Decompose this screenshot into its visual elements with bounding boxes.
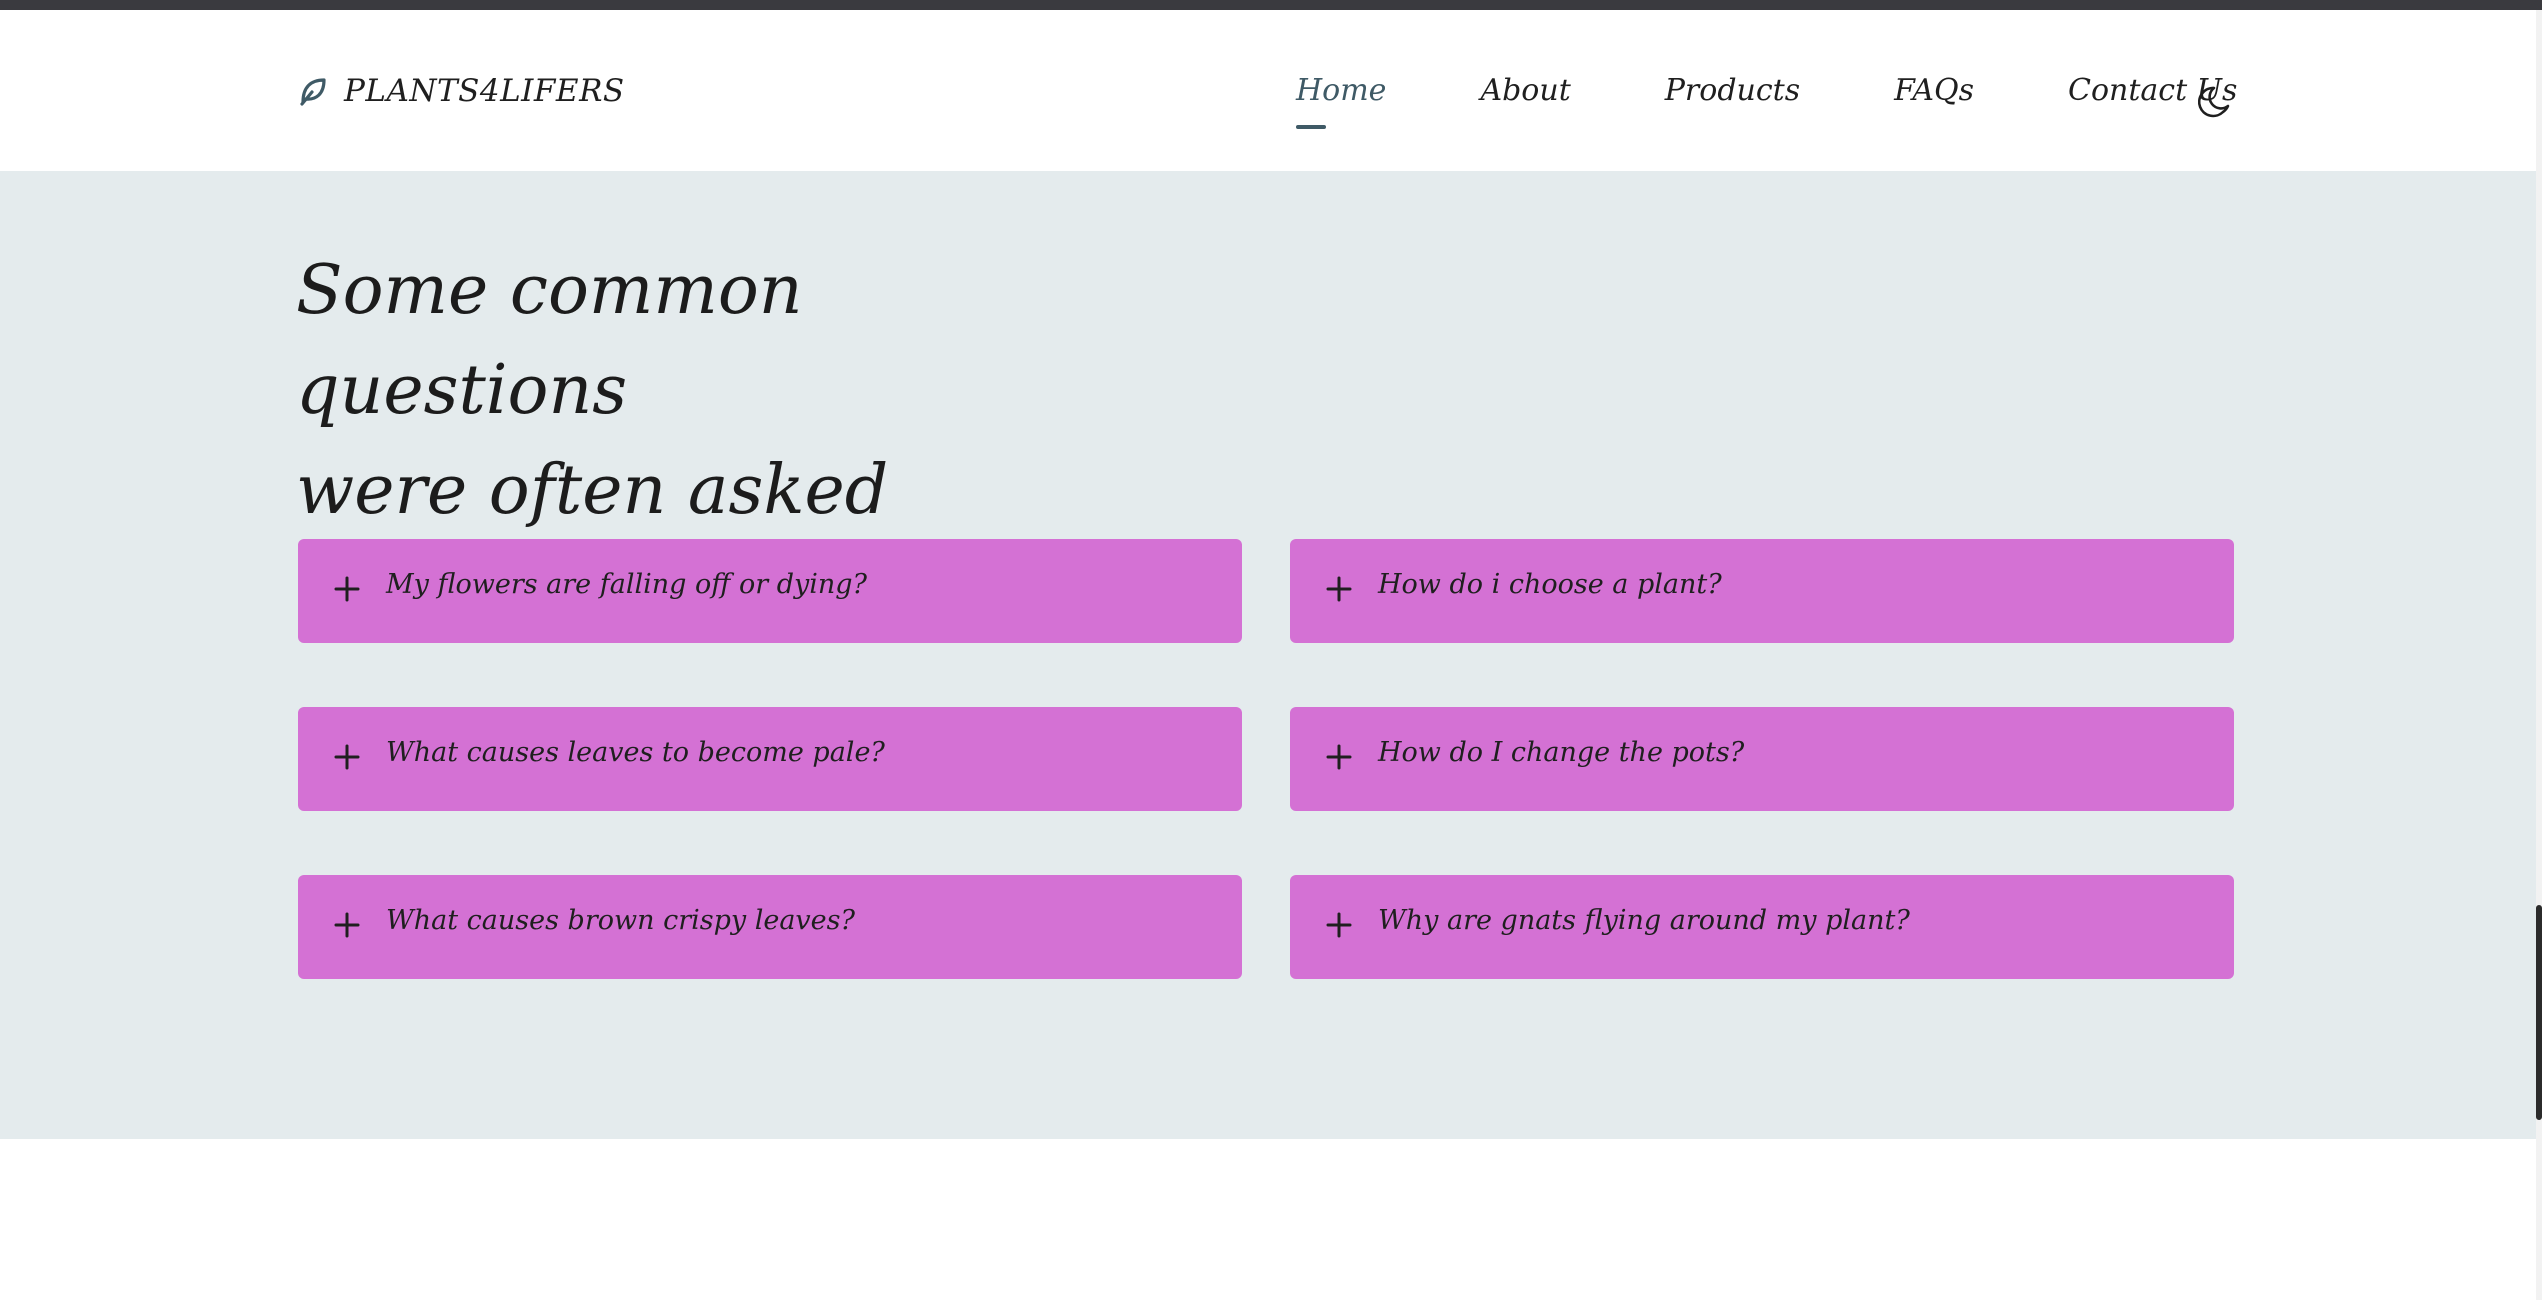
plus-icon (334, 576, 360, 602)
faq-question: Why are gnats flying around my plant? (1378, 905, 1910, 936)
faq-title: Some common questions were often asked (296, 241, 1096, 541)
faq-question: How do i choose a plant? (1378, 569, 1722, 600)
nav-item-about[interactable]: About (1480, 73, 1570, 108)
faq-title-line-1: Some common questions (296, 251, 803, 430)
faq-item-pale-leaves[interactable]: What causes leaves to become pale? (298, 707, 1242, 811)
moon-icon (2197, 86, 2230, 118)
plus-icon (1326, 744, 1352, 770)
faq-item-change-pots[interactable]: How do I change the pots? (1290, 707, 2234, 811)
faq-question: How do I change the pots? (1378, 737, 1745, 768)
faq-question: What causes brown crispy leaves? (386, 905, 855, 936)
nav-item-products[interactable]: Products (1665, 73, 1800, 108)
nav-item-home[interactable]: Home (1296, 73, 1386, 129)
site-header: PLANTS4LIFERS Home About Products FAQs C… (0, 10, 2536, 171)
theme-toggle-button[interactable] (2196, 82, 2236, 122)
faq-item-brown-crispy-leaves[interactable]: What causes brown crispy leaves? (298, 875, 1242, 979)
faq-item-choose-plant[interactable]: How do i choose a plant? (1290, 539, 2234, 643)
plus-icon (334, 912, 360, 938)
brand-logo[interactable]: PLANTS4LIFERS (298, 73, 625, 109)
faq-section: Some common questions were often asked M… (0, 171, 2536, 1139)
browser-top-bar (0, 0, 2542, 10)
faq-question: My flowers are falling off or dying? (386, 569, 868, 600)
faq-item-flowers-dying[interactable]: My flowers are falling off or dying? (298, 539, 1242, 643)
plus-icon (334, 744, 360, 770)
plus-icon (1326, 912, 1352, 938)
nav-item-faqs[interactable]: FAQs (1894, 73, 1974, 108)
faq-question: What causes leaves to become pale? (386, 737, 885, 768)
plus-icon (1326, 576, 1352, 602)
scrollbar-thumb[interactable] (2536, 905, 2542, 1120)
leaf-icon (300, 78, 326, 106)
main-nav: Home About Products FAQs Contact Us (1296, 73, 2331, 129)
faq-title-line-2: were often asked (296, 451, 889, 530)
brand-name: PLANTS4LIFERS (344, 73, 625, 109)
faq-item-gnats[interactable]: Why are gnats flying around my plant? (1290, 875, 2234, 979)
page-scrollbar[interactable] (2536, 10, 2542, 1300)
